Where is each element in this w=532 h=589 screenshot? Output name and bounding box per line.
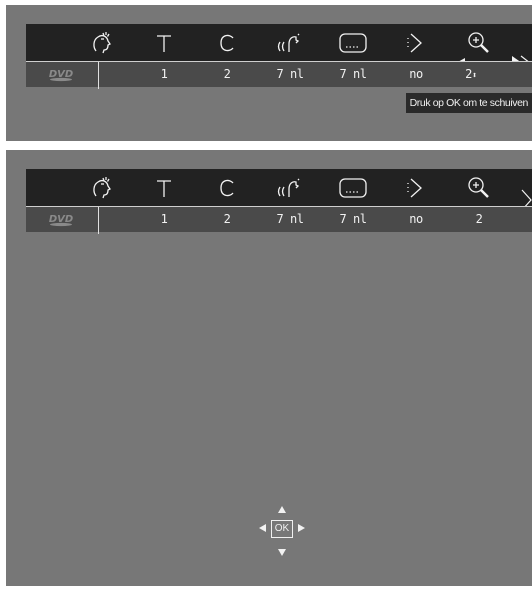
dvd-logo-icon: DVD (49, 69, 73, 82)
title-value: 1 (160, 67, 168, 81)
zoom-value: 2 (475, 212, 483, 226)
menu-icon-bar (26, 169, 532, 206)
row-separator (98, 62, 99, 89)
audio-language-icon[interactable] (265, 169, 315, 206)
subtitle-icon[interactable] (328, 169, 378, 206)
menu-icon-bar (26, 24, 532, 71)
face-menu-icon[interactable] (76, 24, 126, 61)
row-separator (98, 207, 99, 234)
hint-tooltip: Druk op OK om te schuiven (405, 93, 532, 113)
subtitle-value: 7 nl (339, 67, 367, 81)
angle-value: no (409, 67, 423, 81)
chapter-icon[interactable] (202, 169, 252, 206)
angle-value: no (409, 212, 423, 226)
subtitle-icon[interactable] (328, 24, 378, 61)
face-menu-icon[interactable] (76, 169, 126, 206)
audio-language-icon[interactable] (265, 24, 315, 61)
osd-panel-top: DVD 1 2 7 nl 7 nl no 2⬍ Druk op OK om te… (6, 5, 532, 141)
angle-icon[interactable] (391, 24, 441, 61)
zoom-value: 2 (465, 67, 472, 81)
zoom-spin-icon: ⬍ (471, 71, 477, 81)
ok-navigation-pad[interactable]: OK (259, 506, 305, 556)
osd-panel-bottom: DVD 1 2 7 nl 7 nl no 2 OK (6, 150, 532, 586)
zoom-value-group[interactable]: 2⬍ (446, 62, 496, 89)
subtitle-value: 7 nl (339, 212, 367, 226)
audio-value: 7 nl (276, 212, 304, 226)
title-icon[interactable] (139, 24, 189, 61)
ok-button[interactable]: OK (271, 520, 293, 538)
title-value: 1 (160, 212, 168, 226)
title-icon[interactable] (139, 169, 189, 206)
menu-value-bar: DVD 1 2 7 nl 7 nl no 2⬍ (26, 61, 532, 89)
zoom-icon[interactable] (454, 169, 504, 206)
menu-value-bar: DVD 1 2 7 nl 7 nl no 2 (26, 206, 532, 234)
chapter-value: 2 (223, 67, 231, 81)
audio-value: 7 nl (276, 67, 304, 81)
chapter-value: 2 (223, 212, 231, 226)
angle-icon[interactable] (391, 169, 441, 206)
chapter-icon[interactable] (202, 24, 252, 61)
dvd-logo-icon: DVD (49, 214, 73, 227)
